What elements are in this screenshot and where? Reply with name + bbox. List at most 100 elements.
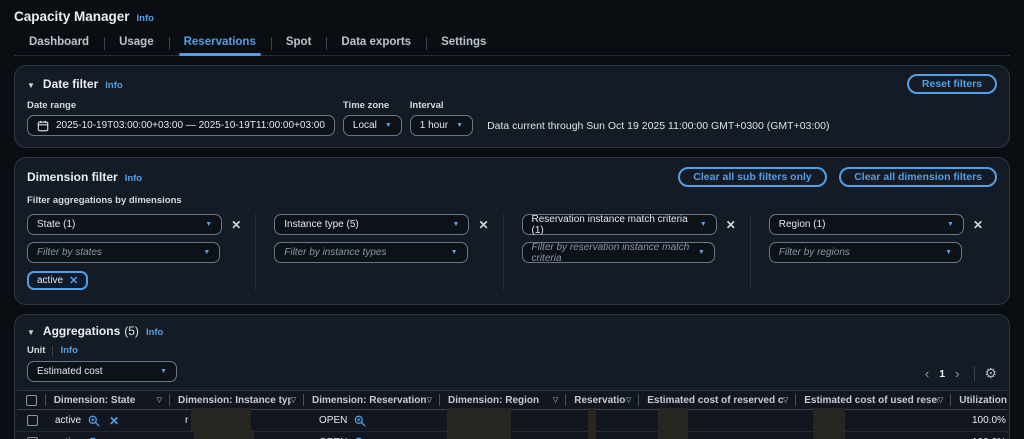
time-zone-label: Time zone <box>343 100 402 111</box>
sort-caret-icon[interactable]: ▽ <box>157 396 162 404</box>
dimension-filter-title: Dimension filter Info <box>27 170 142 184</box>
aggregations-info-link[interactable]: Info <box>146 327 163 338</box>
table-row[interactable]: active ✕ r OPEN 100.0% <box>17 410 1007 432</box>
state-dimension-select[interactable]: State (1) ▼ <box>27 214 222 235</box>
zoom-in-icon[interactable] <box>354 415 366 427</box>
redacted-value <box>588 430 596 439</box>
instance-type-value: r <box>185 415 188 426</box>
tab-reservations[interactable]: Reservations <box>169 31 271 55</box>
clear-dimension-filters-button[interactable]: Clear all dimension filters <box>839 167 997 187</box>
dimension-filter-info-link[interactable]: Info <box>125 173 142 184</box>
filter-by-states-input[interactable]: Filter by states ▼ <box>27 242 220 263</box>
column-header-utilization[interactable]: Utilization <box>959 395 1007 406</box>
unit-label: Unit <box>27 345 45 356</box>
page-title: Capacity Manager <box>14 9 130 24</box>
tab-dashboard[interactable]: Dashboard <box>14 31 104 55</box>
clear-sub-filters-button[interactable]: Clear all sub filters only <box>678 167 826 187</box>
remove-row-filter-icon[interactable]: ✕ <box>109 436 119 439</box>
unit-select[interactable]: Estimated cost ▼ <box>27 361 177 382</box>
match-criteria-dimension-select[interactable]: Reservation instance match criteria (1) … <box>522 214 717 235</box>
chevron-down-icon: ▼ <box>937 249 952 256</box>
redacted-value <box>191 408 251 432</box>
sort-caret-icon[interactable]: ▽ <box>427 396 432 404</box>
unit-info-link[interactable]: Info <box>60 345 77 356</box>
page-header: Capacity Manager Info <box>14 0 1010 31</box>
chevron-down-icon: ▼ <box>692 221 707 228</box>
divider <box>974 366 975 381</box>
page-title-info-link[interactable]: Info <box>137 13 154 24</box>
page-number[interactable]: 1 <box>935 368 949 380</box>
aggregations-table: Dimension: State ▽ Dimension: Instance ty… <box>17 390 1007 439</box>
table-row[interactable]: active ✕ u OPEN 100.0% <box>17 432 1007 439</box>
tab-spot[interactable]: Spot <box>271 31 327 55</box>
reset-filters-button[interactable]: Reset filters <box>907 74 997 94</box>
chevron-down-icon: ▼ <box>152 368 167 375</box>
remove-region-dimension-icon[interactable]: ✕ <box>973 218 983 232</box>
date-range-label: Date range <box>27 100 335 111</box>
row-checkbox[interactable] <box>27 415 38 426</box>
time-zone-select[interactable]: Local ▼ <box>343 115 402 136</box>
chevron-down-icon: ▼ <box>195 249 210 256</box>
next-page-icon[interactable]: › <box>949 366 965 381</box>
sort-caret-icon[interactable]: ▽ <box>553 396 558 404</box>
region-dimension-select[interactable]: Region (1) ▼ <box>769 214 964 235</box>
table-header-row: Dimension: State ▽ Dimension: Instance ty… <box>17 391 1007 410</box>
tab-usage[interactable]: Usage <box>104 31 169 55</box>
dimension-filter-instance-type: Instance type (5) ▼ ✕ Filter by instance… <box>255 214 502 290</box>
dimension-filter-panel: Dimension filter Info Clear all sub filt… <box>14 157 1010 305</box>
interval-select[interactable]: 1 hour ▼ <box>410 115 473 136</box>
filter-by-match-criteria-input[interactable]: Filter by reservation instance match cri… <box>522 242 715 263</box>
date-filter-title: ▼ Date filter Info <box>27 77 123 91</box>
collapse-arrow-icon[interactable]: ▼ <box>27 328 35 337</box>
sort-caret-icon[interactable]: ▽ <box>291 396 296 404</box>
dimension-filter-state: State (1) ▼ ✕ Filter by states ▼ active … <box>27 214 255 290</box>
divider <box>52 346 53 356</box>
tab-bar: Dashboard Usage Reservations Spot Data e… <box>14 31 1010 56</box>
collapse-arrow-icon[interactable]: ▼ <box>27 81 35 90</box>
chevron-down-icon: ▼ <box>377 122 392 129</box>
sort-caret-icon[interactable]: ▽ <box>938 396 943 404</box>
chevron-down-icon: ▼ <box>443 249 458 256</box>
remove-match-criteria-dimension-icon[interactable]: ✕ <box>726 218 736 232</box>
remove-instance-type-dimension-icon[interactable]: ✕ <box>478 218 488 232</box>
chevron-down-icon: ▼ <box>197 221 212 228</box>
utilization-value: 100.0% <box>972 415 1006 426</box>
date-filter-panel: ▼ Date filter Info Reset filters Date ra… <box>14 65 1010 148</box>
column-header-region[interactable]: Dimension: Region <box>448 395 539 406</box>
previous-page-icon[interactable]: ‹ <box>919 366 935 381</box>
tab-settings[interactable]: Settings <box>426 31 501 55</box>
data-current-text: Data current through Sun Oct 19 2025 11:… <box>487 120 829 132</box>
column-header-state[interactable]: Dimension: State <box>54 395 136 406</box>
remove-state-dimension-icon[interactable]: ✕ <box>231 218 241 232</box>
aggregations-panel: ▼ Aggregations (5) Info Unit Info Estima… <box>14 314 1010 439</box>
filter-by-regions-input[interactable]: Filter by regions ▼ <box>769 242 962 263</box>
instance-type-dimension-select[interactable]: Instance type (5) ▼ <box>274 214 469 235</box>
zoom-in-icon[interactable] <box>88 415 100 427</box>
column-header-reservations[interactable]: Reservations <box>574 395 626 406</box>
redacted-value <box>447 408 511 432</box>
column-header-match-criteria[interactable]: Dimension: Reservation instance ... <box>312 395 427 406</box>
date-range-input[interactable]: 2025-10-19T03:00:00+03:00 — 2025-10-19T1… <box>27 115 335 136</box>
tab-data-exports[interactable]: Data exports <box>326 31 426 55</box>
aggregations-count: (5) <box>124 324 139 338</box>
column-header-est-cost-used-reserved[interactable]: Estimated cost of used reserved capacity <box>804 395 938 406</box>
chevron-down-icon: ▼ <box>445 221 460 228</box>
select-all-checkbox[interactable] <box>26 395 37 406</box>
remove-row-filter-icon[interactable]: ✕ <box>109 414 119 428</box>
gear-icon[interactable]: ⚙ <box>984 365 997 382</box>
sort-caret-icon[interactable]: ▽ <box>783 396 788 404</box>
chevron-down-icon: ▼ <box>448 122 463 129</box>
sort-caret-icon[interactable]: ▽ <box>626 396 631 404</box>
remove-token-icon[interactable]: ✕ <box>69 274 78 287</box>
dimension-filter-subtitle: Filter aggregations by dimensions <box>27 195 997 206</box>
redacted-value <box>658 408 688 432</box>
date-filter-info-link[interactable]: Info <box>105 80 122 91</box>
chevron-down-icon: ▼ <box>939 221 954 228</box>
filter-by-instance-types-input[interactable]: Filter by instance types ▼ <box>274 242 467 263</box>
chevron-down-icon: ▼ <box>690 249 705 256</box>
column-header-instance-type[interactable]: Dimension: Instance type <box>178 395 291 406</box>
match-criteria-value: OPEN <box>319 415 347 426</box>
dimension-filter-region: Region (1) ▼ ✕ Filter by regions ▼ <box>750 214 997 290</box>
column-header-est-cost-reserved[interactable]: Estimated cost of reserved capacity <box>647 395 783 406</box>
aggregations-title: ▼ Aggregations (5) Info <box>27 324 163 338</box>
